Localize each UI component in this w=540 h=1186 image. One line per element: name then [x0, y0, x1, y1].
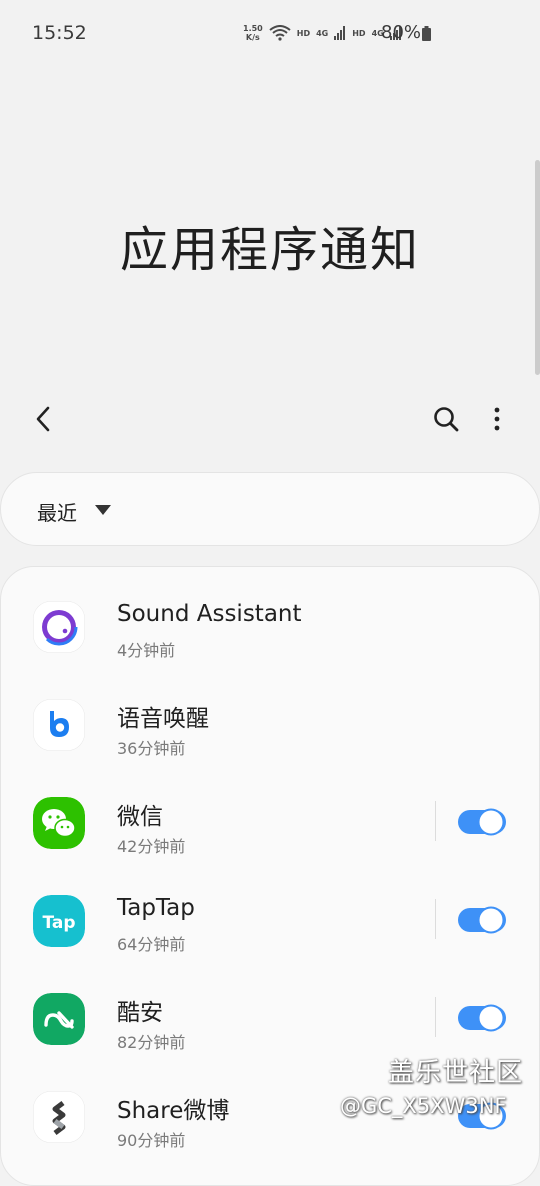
- app-name: Share微博: [117, 1098, 230, 1124]
- status-bar: 15:52 1.50 K/s HD 4G HD 4G 80%: [0, 0, 540, 68]
- app-time: 90分钟前: [117, 1131, 186, 1150]
- app-time: 64分钟前: [117, 935, 186, 954]
- more-options-icon[interactable]: [488, 404, 506, 434]
- page-title: 应用程序通知: [119, 222, 420, 278]
- notification-toggle[interactable]: [458, 1003, 506, 1033]
- bixby-voice-icon: [33, 699, 85, 751]
- app-time: 82分钟前: [117, 1033, 186, 1052]
- list-item[interactable]: 微信 42分钟前: [1, 777, 540, 875]
- filter-label: 最近: [37, 501, 77, 525]
- app-name: TapTap: [117, 895, 195, 921]
- dropdown-caret-icon: [95, 505, 111, 515]
- app-name: 语音唤醒: [117, 706, 209, 732]
- status-time: 15:52: [32, 22, 87, 44]
- list-item[interactable]: Sound Assistant 4分钟前: [1, 581, 540, 679]
- taptap-icon: Tap: [33, 895, 85, 947]
- hd-label: HD: [352, 28, 366, 38]
- divider: [435, 899, 436, 939]
- notification-toggle[interactable]: [458, 905, 506, 935]
- sound-assistant-icon: [33, 601, 85, 653]
- search-icon[interactable]: [432, 405, 460, 433]
- wechat-icon: [33, 797, 85, 849]
- network-speed: 1.50 K/s: [243, 24, 263, 42]
- list-item[interactable]: 语音唤醒 36分钟前: [1, 679, 540, 777]
- app-name: Sound Assistant: [117, 601, 302, 627]
- app-time: 36分钟前: [117, 739, 186, 758]
- share-weibo-icon: [33, 1091, 85, 1143]
- divider: [435, 997, 436, 1037]
- scroll-indicator[interactable]: [535, 160, 540, 375]
- app-name: 微信: [117, 804, 163, 830]
- status-icons: 1.50 K/s HD 4G HD 4G: [243, 24, 402, 42]
- app-name: 酷安: [117, 1000, 163, 1026]
- app-time: 42分钟前: [117, 837, 186, 856]
- back-icon[interactable]: [28, 402, 58, 436]
- app-time: 4分钟前: [117, 641, 176, 660]
- app-list: Sound Assistant 4分钟前 语音唤醒 36分钟前 微信 42分钟前…: [0, 566, 540, 1186]
- wifi-icon: [269, 25, 291, 41]
- watermark-handle: @GC_X5XW3NF: [340, 1094, 507, 1118]
- signal-icon: [334, 26, 346, 40]
- watermark-title: 盖乐世社区: [388, 1058, 524, 1088]
- battery-icon: [422, 26, 431, 41]
- divider: [435, 801, 436, 841]
- battery-percent: 80%: [381, 22, 422, 43]
- svg-text:Tap: Tap: [42, 913, 75, 933]
- list-item[interactable]: Tap TapTap 64分钟前: [1, 875, 540, 973]
- filter-dropdown[interactable]: 最近: [0, 472, 540, 546]
- notification-toggle[interactable]: [458, 807, 506, 837]
- hd-label: HD: [296, 28, 311, 38]
- coolapk-icon: [33, 993, 85, 1045]
- network-type: 4G: [316, 28, 329, 38]
